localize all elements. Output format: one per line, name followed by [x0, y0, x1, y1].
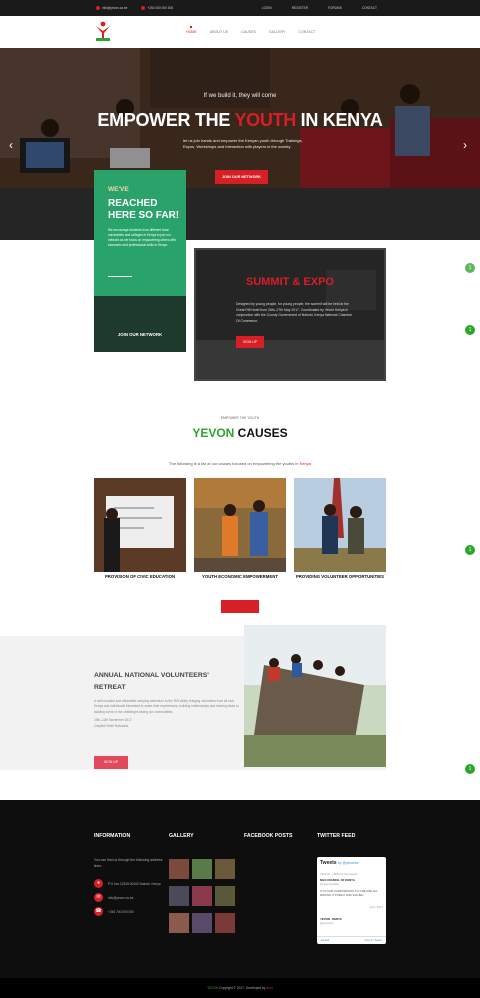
- cause-card-volunteer[interactable]: [294, 478, 386, 572]
- gallery-thumb[interactable]: [192, 859, 212, 879]
- retreat-photo: [244, 625, 386, 767]
- hero-title: EMPOWER THE YOUTH IN KENYA: [97, 110, 383, 130]
- hero-kicker: If we build it, they will come: [203, 93, 277, 99]
- phone-icon: [141, 6, 146, 11]
- copyright-bar: YEVON Copyright © 2017. Developed by ixn…: [0, 978, 480, 998]
- footer-twitter-heading: TWITTER FEED: [317, 833, 356, 839]
- chat-bubble-icon[interactable]: 1: [465, 263, 475, 273]
- forums-link[interactable]: FORUMS: [328, 6, 342, 10]
- twitter-widget: Tweets by @yevonke YEVON · 100% for Volu…: [317, 857, 386, 944]
- hero-subtitle: let us join hands and empower the Kenyan…: [183, 138, 303, 149]
- gallery-thumb[interactable]: [215, 913, 235, 933]
- mail-icon: [96, 6, 100, 11]
- more-causes-button[interactable]: [221, 600, 259, 613]
- footer-facebook-heading: FACEBOOK POSTS: [244, 833, 293, 839]
- contact-link[interactable]: CONTACT: [362, 6, 377, 10]
- phone-icon: ☎: [94, 907, 103, 916]
- causes-title: YEVON CAUSES: [192, 426, 288, 440]
- chat-bubble-icon[interactable]: 1: [465, 545, 475, 555]
- chat-bubble-icon[interactable]: 1: [465, 325, 475, 335]
- cause-photo: [194, 478, 286, 572]
- mail-icon: ✉: [94, 893, 103, 902]
- footer-info-text: You can find us through the following ad…: [94, 858, 163, 868]
- yevon-logo[interactable]: [94, 20, 112, 42]
- retreat-signup-button[interactable]: SIGN UP: [94, 756, 128, 769]
- map-pin-icon: ●: [94, 879, 103, 888]
- reached-card: WE'VE REACHED HERE SO FAR! We encourage …: [94, 170, 186, 352]
- cause-photo: [94, 478, 186, 572]
- gallery-thumb[interactable]: [169, 859, 189, 879]
- nav-about[interactable]: ABOUT US: [210, 30, 228, 34]
- reached-kicker: WE'VE: [108, 186, 129, 193]
- divider: [108, 276, 132, 277]
- summit-title: SUMMIT & EXPO: [245, 276, 334, 288]
- twitter-widget-title: Tweets by @yevonke: [320, 860, 359, 866]
- chat-bubble-icon[interactable]: 1: [465, 764, 475, 774]
- footer-phone: ☎ +254 700 000 000: [94, 907, 134, 916]
- cause-label: PROVISION OF CIVIC EDUCATION: [104, 574, 176, 579]
- tweet-text: IT IS OUR CORPORATION TO ONE AND ALL MAK…: [320, 889, 378, 898]
- footer-address: ● P.O box 12345-00100 Nairobi, Kenya: [94, 879, 161, 888]
- summit-card: SUMMIT & EXPO Designed by young people, …: [194, 248, 386, 381]
- twitter-widget-footer: Embed View on Twitter: [317, 936, 386, 944]
- tweet-retweet-label: YEVON · 100% for Volunteers: [320, 872, 358, 876]
- chevron-right-icon[interactable]: ›: [463, 138, 467, 152]
- summit-signup-button[interactable]: SIGN UP: [236, 336, 264, 348]
- cause-card-economic[interactable]: [194, 478, 286, 572]
- join-network-button[interactable]: JOIN OUR NETWORK: [215, 170, 268, 184]
- gallery-thumb[interactable]: [215, 859, 235, 879]
- gallery-thumb[interactable]: [215, 886, 235, 906]
- cause-photo: [294, 478, 386, 572]
- nav-home[interactable]: HOME: [186, 26, 197, 34]
- view-on-twitter-link[interactable]: View on Twitter: [365, 939, 383, 942]
- retreat-title: ANNUAL NATIONAL VOLUNTEERS' RETREAT: [94, 672, 209, 691]
- gallery-thumb[interactable]: [169, 886, 189, 906]
- main-nav: HOME ABOUT US CAUSES GALLERY CONTACT: [186, 26, 316, 34]
- top-bar: info@yevon.co.ke +254 000 000 000 LOGIN …: [0, 0, 480, 16]
- reached-title: REACHED HERE SO FAR!: [108, 198, 180, 221]
- hero-slider: If we build it, they will come EMPOWER T…: [0, 48, 480, 240]
- footer-gallery-heading: GALLERY: [169, 833, 194, 839]
- tweet-handle: @yevonke: [320, 921, 334, 925]
- chevron-left-icon[interactable]: ‹: [9, 138, 13, 152]
- register-link[interactable]: REGISTER: [292, 6, 308, 10]
- phone-contact[interactable]: +254 000 000 000: [141, 6, 173, 11]
- cause-label: PROVIDING VOLUNTEER OPPORTUNITIES: [295, 574, 385, 579]
- footer-email[interactable]: ✉ info@yevon.co.ke: [94, 893, 133, 902]
- reached-body: We encourage students from different loc…: [108, 228, 176, 247]
- embed-link[interactable]: Embed: [321, 939, 329, 942]
- email-contact[interactable]: info@yevon.co.ke: [96, 6, 127, 11]
- site-header: HOME ABOUT US CAUSES GALLERY CONTACT: [0, 16, 480, 48]
- retreat-body: A well rounded and affordable camping ad…: [94, 699, 239, 728]
- cause-card-civic[interactable]: [94, 478, 186, 572]
- nav-causes[interactable]: CAUSES: [241, 30, 256, 34]
- gallery-thumb[interactable]: [192, 913, 212, 933]
- cause-label: YOUTH ECONOMIC EMPOWERMENT: [202, 574, 278, 579]
- summit-body: Designed by young people, for young peop…: [236, 302, 353, 323]
- join-network-link[interactable]: JOIN OUR NETWORK: [94, 332, 186, 337]
- footer-info-heading: INFORMATION: [94, 833, 131, 839]
- nav-contact[interactable]: CONTACT: [298, 30, 315, 34]
- nav-gallery[interactable]: GALLERY: [269, 30, 286, 34]
- causes-description: The following is a list of our causes fo…: [169, 461, 311, 466]
- site-footer: [0, 800, 480, 978]
- tweet-handle: @ngocouncilke: [320, 882, 340, 886]
- gallery-thumb[interactable]: [192, 886, 212, 906]
- gallery-thumb[interactable]: [169, 913, 189, 933]
- login-link[interactable]: LOGIN: [262, 6, 272, 10]
- causes-kicker: EMPOWER THE YOUTH: [220, 416, 260, 420]
- tweet-date: Jul 6, 2017: [369, 905, 383, 909]
- reached-footer: JOIN OUR NETWORK: [94, 296, 186, 352]
